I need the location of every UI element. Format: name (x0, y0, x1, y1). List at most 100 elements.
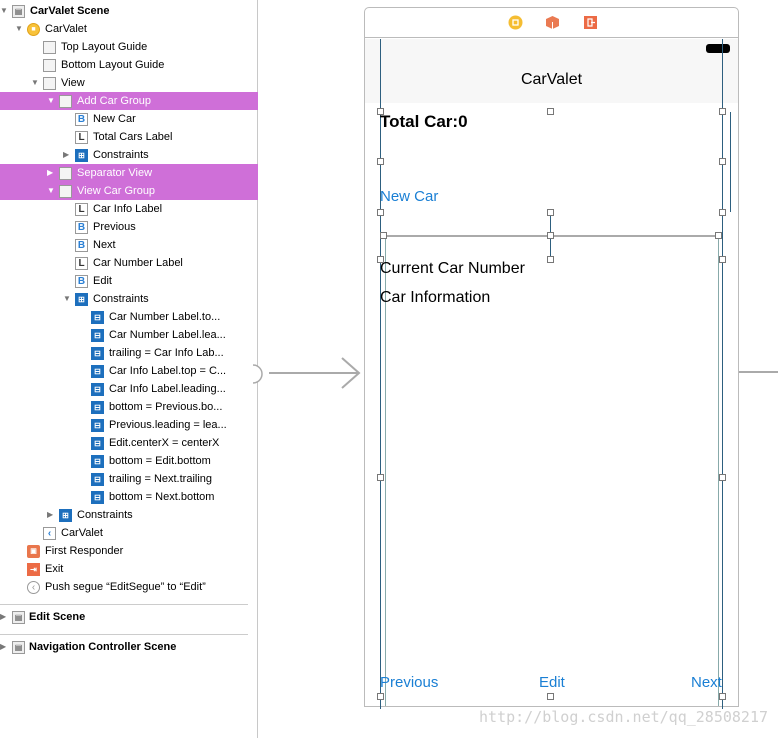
outline-row[interactable]: ▶ Separator View (0, 164, 258, 182)
resize-handle[interactable] (377, 108, 384, 115)
outline-row[interactable]: L Car Info Label (0, 200, 258, 218)
outline-row-label: Add Car Group (77, 95, 151, 107)
exit-icon[interactable] (583, 15, 598, 30)
outline-row[interactable]: ⊟ trailing = Next.trailing (0, 470, 258, 488)
outline-row-label: View (61, 77, 85, 89)
resize-handle[interactable] (547, 693, 554, 700)
outline-row[interactable]: ⊟ trailing = Car Info Lab... (0, 344, 258, 362)
segue-circle-icon (253, 364, 263, 384)
outline-row[interactable]: ▼ ⊞ Constraints (0, 290, 258, 308)
disclosure-expanded-icon[interactable]: ▼ (63, 290, 73, 308)
resize-handle[interactable] (715, 232, 722, 239)
button-icon: B (75, 221, 88, 234)
outline-row[interactable]: B New Car (0, 110, 258, 128)
outline-row[interactable]: Bottom Layout Guide (0, 56, 258, 74)
outline-row-label: Next (93, 239, 116, 251)
outline-scene-row[interactable]: ▶ ▤ Navigation Controller Scene (0, 638, 258, 656)
outline-row-label: Car Info Label.leading... (109, 383, 226, 395)
scene-icon: ▤ (12, 611, 25, 624)
outline-row-label: CarValet (45, 23, 87, 35)
view-controller-icon[interactable] (508, 15, 523, 30)
outline-row[interactable]: ▼ Add Car Group (0, 92, 258, 110)
resize-handle[interactable] (719, 108, 726, 115)
resize-handle[interactable] (719, 693, 726, 700)
button-icon: B (75, 239, 88, 252)
outline-row[interactable]: B Previous (0, 218, 258, 236)
storyboard-canvas[interactable]: CarValet Total Car:0 New Car Current Car… (253, 0, 778, 738)
resize-handle[interactable] (380, 232, 387, 239)
button-icon: B (75, 113, 88, 126)
view-controller-icon: ■ (27, 23, 40, 36)
constraint-icon: ⊟ (91, 491, 104, 504)
outline-row-label: Car Info Label (93, 203, 163, 215)
height-constraint (730, 112, 731, 212)
scene-dock (365, 8, 738, 38)
edit-button[interactable]: Edit (539, 674, 565, 691)
outline-row[interactable]: ⊟ bottom = Edit.bottom (0, 452, 258, 470)
outline-row[interactable]: ⊟ Car Number Label.lea... (0, 326, 258, 344)
disclosure-expanded-icon[interactable]: ▼ (47, 182, 57, 200)
resize-handle[interactable] (547, 108, 554, 115)
outline-row[interactable]: ⊟ Car Info Label.leading... (0, 380, 258, 398)
disclosure-collapsed-icon[interactable]: ▶ (63, 146, 73, 164)
car-number-label[interactable]: Current Car Number (380, 260, 525, 278)
outline-row[interactable]: ▼ View (0, 74, 258, 92)
outline-row[interactable]: ▼ View Car Group (0, 182, 258, 200)
new-car-button[interactable]: New Car (380, 188, 438, 205)
outline-row-label: Exit (45, 563, 64, 575)
resize-handle[interactable] (547, 256, 554, 263)
outline-row[interactable]: ▣ First Responder (0, 542, 258, 560)
total-cars-label[interactable]: Total Car:0 (380, 112, 468, 132)
outline-scene-row[interactable]: ▶ ▤ Edit Scene (0, 608, 258, 626)
resize-handle[interactable] (377, 474, 384, 481)
outline-row[interactable]: ‹ CarValet (0, 524, 258, 542)
outline-row[interactable]: ‹ Push segue “EditSegue” to “Edit” (0, 578, 258, 596)
disclosure-collapsed-icon[interactable]: ▶ (0, 608, 10, 626)
outline-row[interactable]: ⇥ Exit (0, 560, 258, 578)
resize-handle[interactable] (719, 158, 726, 165)
resize-handle[interactable] (719, 209, 726, 216)
outline-row-label: Car Number Label.to... (109, 311, 221, 323)
disclosure-expanded-icon[interactable]: ▼ (0, 2, 10, 20)
segue-icon: ‹ (27, 581, 40, 594)
outline-row[interactable]: L Total Cars Label (0, 128, 258, 146)
outline-row[interactable]: ⊟ Car Number Label.to... (0, 308, 258, 326)
outline-row[interactable]: B Edit (0, 272, 258, 290)
disclosure-expanded-icon[interactable]: ▼ (31, 74, 41, 92)
outline-row[interactable]: L Car Number Label (0, 254, 258, 272)
car-info-label[interactable]: Car Information (380, 289, 490, 307)
outline-row[interactable]: ⊟ Edit.centerX = centerX (0, 434, 258, 452)
next-button[interactable]: Next (691, 674, 722, 691)
resize-handle[interactable] (719, 474, 726, 481)
outline-row[interactable]: ⊟ Car Info Label.top = C... (0, 362, 258, 380)
resize-handle[interactable] (377, 158, 384, 165)
constraint-icon: ⊟ (91, 347, 104, 360)
outline-row[interactable]: ⊟ bottom = Previous.bo... (0, 398, 258, 416)
outline-row[interactable]: B Next (0, 236, 258, 254)
resize-handle[interactable] (547, 232, 554, 239)
outline-row[interactable]: ⊟ Previous.leading = lea... (0, 416, 258, 434)
disclosure-collapsed-icon[interactable]: ▶ (47, 506, 57, 524)
previous-button[interactable]: Previous (380, 674, 438, 691)
outgoing-segue-line (739, 371, 778, 373)
constraint-icon: ⊟ (91, 383, 104, 396)
outline-row[interactable]: ▶ ⊞ Constraints (0, 146, 258, 164)
outline-row-label: bottom = Previous.bo... (109, 401, 223, 413)
disclosure-expanded-icon[interactable]: ▼ (15, 20, 25, 38)
outline-row[interactable]: ⊟ bottom = Next.bottom (0, 488, 258, 506)
resize-handle[interactable] (377, 256, 384, 263)
outline-row[interactable]: ▼ ■ CarValet (0, 20, 258, 38)
disclosure-collapsed-icon[interactable]: ▶ (0, 638, 10, 656)
outline-row[interactable]: ▼ ▤ CarValet Scene (0, 2, 258, 20)
disclosure-expanded-icon[interactable]: ▼ (47, 92, 57, 110)
exit-icon: ⇥ (27, 563, 40, 576)
disclosure-collapsed-icon[interactable]: ▶ (47, 164, 57, 182)
resize-handle[interactable] (719, 256, 726, 263)
outline-row[interactable]: ▶ ⊞ Constraints (0, 506, 258, 524)
outline-row[interactable]: Top Layout Guide (0, 38, 258, 56)
resize-handle[interactable] (547, 209, 554, 216)
view-controller-frame[interactable]: CarValet Total Car:0 New Car Current Car… (364, 7, 739, 709)
resize-handle[interactable] (377, 693, 384, 700)
first-responder-icon[interactable] (545, 15, 560, 30)
resize-handle[interactable] (377, 209, 384, 216)
